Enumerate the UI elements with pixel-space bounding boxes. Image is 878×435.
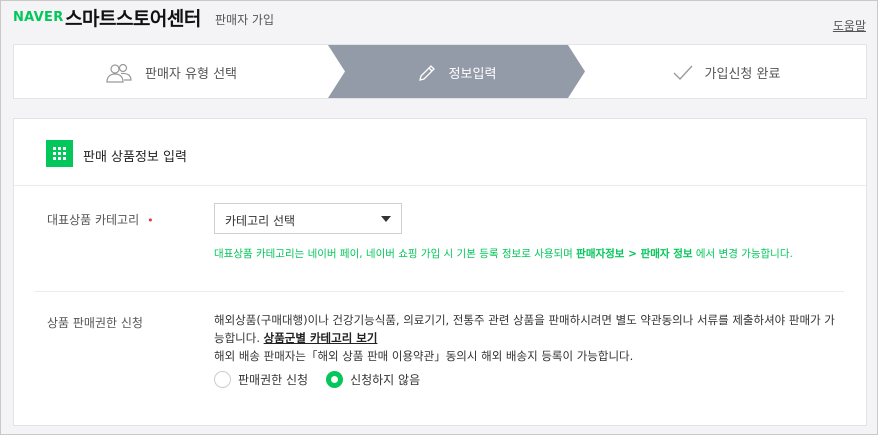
radio-apply-permission[interactable]: 판매권한 신청: [214, 371, 308, 388]
step-info-input[interactable]: 정보입력: [328, 45, 585, 100]
radio-label: 판매권한 신청: [238, 373, 309, 387]
radio-label: 신청하지 않음: [350, 373, 421, 387]
permission-description: 해외상품(구매대행)이나 건강기능식품, 의료기기, 전통주 관련 상품을 판매…: [214, 311, 844, 347]
help-text-path: 판매자정보 > 판매자 정보: [576, 248, 693, 260]
category-guide-link[interactable]: 상품군별 카테고리 보기: [264, 331, 378, 345]
app-title[interactable]: 스마트스토어센터: [65, 4, 201, 31]
step-label: 가입신청 완료: [704, 67, 781, 82]
page-subtitle: 판매자 가입: [215, 13, 275, 27]
category-label: 대표상품 카테고리 •: [47, 211, 154, 228]
overseas-notice: 해외 배송 판매자는「해외 상품 판매 이용약관」동의시 해외 배송지 등록이 …: [214, 349, 634, 363]
step-label: 정보입력: [448, 67, 497, 82]
product-info-panel: 판매 상품정보 입력 대표상품 카테고리 • 카테고리 선택 대표상품 카테고리는…: [13, 118, 867, 426]
category-label-text: 대표상품 카테고리: [47, 213, 140, 227]
help-link[interactable]: 도움말: [833, 17, 866, 34]
permission-label: 상품 판매권한 신청: [47, 316, 143, 330]
step-complete[interactable]: 가입신청 완료: [585, 45, 868, 100]
divider: [14, 185, 866, 186]
permission-radio-group: 판매권한 신청 신청하지 않음: [214, 371, 438, 388]
section-title: 판매 상품정보 입력: [83, 150, 187, 165]
checkmark-icon: [673, 65, 693, 81]
people-icon: [105, 63, 133, 83]
divider: [34, 291, 844, 292]
grid-icon: [46, 140, 73, 167]
pencil-icon: [417, 63, 437, 83]
help-text-part1: 대표상품 카테고리는 네이버 페이, 네이버 쇼핑 가입 시 기본 등록 정보로…: [214, 248, 577, 260]
step-progress: 판매자 유형 선택 정보입력 가입신청 완료: [13, 44, 867, 99]
category-select[interactable]: 카테고리 선택: [214, 203, 402, 234]
help-text-part2: 에서 변경 가능합니다.: [692, 248, 793, 260]
header: NAVER 스마트스토어센터 판매자 가입 도움말: [1, 1, 877, 41]
step-seller-type[interactable]: 판매자 유형 선택: [14, 45, 328, 100]
required-mark: •: [147, 214, 154, 227]
naver-logo[interactable]: NAVER: [13, 10, 64, 25]
radio-circle[interactable]: [214, 371, 231, 388]
radio-circle-selected[interactable]: [326, 371, 344, 388]
radio-not-apply[interactable]: 신청하지 않음: [326, 371, 420, 388]
category-help-text: 대표상품 카테고리는 네이버 페이, 네이버 쇼핑 가입 시 기본 등록 정보로…: [214, 245, 842, 263]
step-label: 판매자 유형 선택: [145, 67, 237, 82]
category-select-value: 카테고리 선택: [225, 214, 296, 228]
caret-down-icon: [381, 216, 391, 222]
